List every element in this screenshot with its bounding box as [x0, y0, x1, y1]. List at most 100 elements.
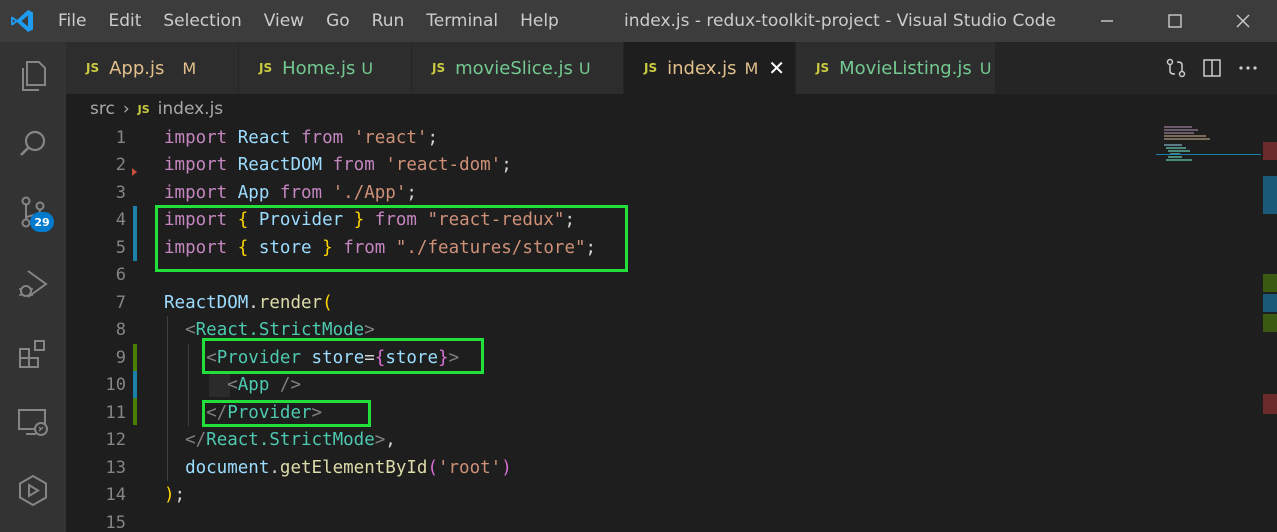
extensions-button[interactable] — [0, 324, 66, 384]
explorer-icon — [22, 61, 46, 91]
maximize-button[interactable] — [1141, 0, 1209, 42]
editor-actions — [1165, 42, 1277, 94]
remote-explorer-button[interactable] — [0, 392, 66, 452]
line-number: 9 — [115, 347, 126, 368]
source-control-button[interactable]: 29 — [0, 182, 66, 242]
line-number: 15 — [105, 512, 126, 532]
token-keyword: import — [164, 182, 228, 203]
split-editor-icon[interactable] — [1201, 57, 1223, 79]
line-number: 2 — [115, 155, 126, 176]
overview-ruler-added — [1263, 314, 1277, 332]
tab-label: Home.js — [282, 57, 356, 79]
token-punct: ; — [406, 182, 417, 203]
more-actions-icon[interactable] — [1237, 57, 1259, 79]
token-punct: . — [269, 457, 280, 478]
editor-tab-bar: JS App.js M JS Home.js U JS movieSlice.j… — [66, 42, 1277, 94]
token-paren: ( — [322, 292, 333, 313]
token-paren: ) — [501, 457, 512, 478]
docker-button[interactable] — [0, 460, 66, 520]
search-button[interactable] — [0, 114, 66, 174]
tab-app-js[interactable]: JS App.js M — [66, 42, 239, 94]
menu-view[interactable]: View — [253, 0, 315, 42]
window-controls — [1073, 0, 1277, 42]
token-angle: < — [185, 320, 196, 341]
token-punct: . — [248, 292, 259, 313]
overview-ruler-modified — [1263, 294, 1277, 312]
javascript-file-icon: JS — [432, 61, 446, 75]
minimize-icon — [1101, 20, 1113, 22]
docker-icon — [19, 474, 47, 507]
title-bar: File Edit Selection View Go Run Terminal… — [0, 0, 1277, 42]
line-number: 10 — [105, 375, 126, 396]
tab-index-js[interactable]: JS index.js M ✕ — [624, 42, 796, 94]
code-line: 12 </React.StrictMode>, — [66, 427, 1166, 455]
token-string: 'react' — [353, 127, 428, 148]
menu-selection[interactable]: Selection — [152, 0, 252, 42]
overview-ruler-modified — [1263, 176, 1277, 214]
javascript-file-icon: JS — [86, 61, 100, 75]
token-angle: /> — [269, 375, 301, 396]
token-angle: > — [374, 430, 386, 451]
line-number: 1 — [115, 127, 126, 148]
tab-status: U — [361, 58, 374, 78]
token-tag: React.StrictMode — [206, 430, 375, 451]
token-keyword: from — [279, 182, 323, 203]
token-string: 'root' — [437, 457, 502, 478]
line-number: 6 — [115, 265, 126, 286]
token-function: getElementById — [279, 457, 428, 478]
run-debug-button[interactable] — [0, 254, 66, 314]
minimap[interactable] — [1156, 124, 1261, 164]
minimize-button[interactable] — [1073, 0, 1141, 42]
tab-status: U — [979, 58, 992, 78]
overview-ruler-added — [1263, 274, 1277, 292]
code-editor[interactable]: 1 import React from 'react'; 2 import Re… — [66, 124, 1277, 532]
token-punct: , — [385, 430, 396, 451]
menu-edit[interactable]: Edit — [97, 0, 152, 42]
tab-status: U — [578, 58, 591, 78]
token-punct: ; — [501, 155, 512, 176]
tab-movielisting-js[interactable]: JS MovieListing.js U — [796, 42, 996, 94]
chevron-right-icon: › — [122, 99, 130, 119]
menu-help[interactable]: Help — [509, 0, 570, 42]
token-paren: ) — [164, 485, 175, 506]
breadcrumb-file[interactable]: index.js — [158, 99, 224, 119]
remote-explorer-icon — [18, 409, 48, 436]
code-line: 1 import React from 'react'; — [66, 124, 1166, 152]
token-string: './App' — [332, 182, 407, 203]
breadcrumb: src › JS index.js — [66, 94, 1277, 124]
token-identifier: ReactDOM — [164, 292, 249, 313]
run-debug-icon — [19, 270, 48, 298]
menu-terminal[interactable]: Terminal — [415, 0, 509, 42]
token-string: 'react-dom' — [385, 155, 502, 176]
menu-bar: File Edit Selection View Go Run Terminal… — [44, 0, 570, 42]
breadcrumb-folder[interactable]: src — [90, 99, 115, 119]
line-number: 5 — [115, 237, 126, 258]
token-tag: App — [237, 375, 270, 396]
close-window-button[interactable] — [1209, 0, 1277, 42]
line-number: 13 — [105, 457, 126, 478]
source-control-badge: 29 — [30, 212, 54, 232]
menu-go[interactable]: Go — [315, 0, 361, 42]
tab-home-js[interactable]: JS Home.js U — [239, 42, 412, 94]
code-line: 3 import App from './App'; — [66, 179, 1166, 207]
close-tab-icon[interactable]: ✕ — [768, 56, 785, 80]
activity-bar: 29 — [0, 42, 66, 532]
tab-label: movieSlice.js — [455, 57, 573, 79]
token-paren: ( — [427, 457, 438, 478]
line-number: 7 — [115, 292, 126, 313]
token-identifier: App — [237, 182, 270, 203]
vscode-logo-icon — [0, 0, 44, 42]
tab-label: App.js — [109, 57, 165, 79]
code-line: 14 ); — [66, 482, 1166, 510]
open-changes-icon[interactable] — [1165, 57, 1187, 79]
line-number: 11 — [105, 402, 126, 423]
code-line: 2 import ReactDOM from 'react-dom'; — [66, 152, 1166, 180]
token-keyword: from — [332, 155, 375, 176]
tab-movieslice-js[interactable]: JS movieSlice.js U — [412, 42, 624, 94]
maximize-icon — [1168, 14, 1182, 28]
close-icon — [1236, 14, 1250, 28]
menu-run[interactable]: Run — [361, 0, 416, 42]
explorer-button[interactable] — [0, 46, 66, 106]
line-number: 8 — [115, 320, 126, 341]
menu-file[interactable]: File — [44, 0, 97, 42]
